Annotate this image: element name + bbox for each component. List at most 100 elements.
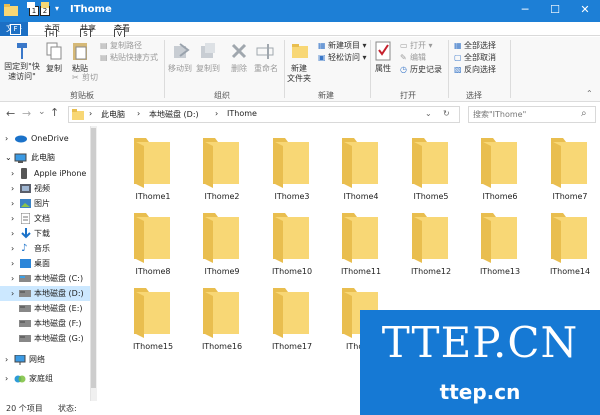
nav-item-onedrive[interactable]: › OneDrive [0,131,92,146]
properties-button[interactable]: 属性 [372,64,394,74]
folder-item[interactable]: IThome1 [118,132,188,202]
address-history-dropdown[interactable]: ⌄ [425,109,432,118]
delete-button[interactable]: 删除 [228,64,250,74]
folder-item[interactable]: IThome13 [465,207,535,277]
breadcrumb-ithome[interactable]: IThome [227,109,257,118]
breadcrumb-drive-d[interactable]: 本地磁盘 (D:) [149,109,199,120]
expand-chevron-icon[interactable]: › [5,131,8,146]
expand-chevron-icon[interactable]: › [11,256,14,271]
search-input[interactable]: 搜索"IThome" ⌕ [468,106,596,123]
new-folder-button[interactable]: 新建 文件夹 [284,64,314,84]
nav-item-documents[interactable]: › 文档 [0,211,92,226]
paste-shortcut-button[interactable]: 粘贴快捷方式 [110,52,158,64]
nav-item-apple-iphone[interactable]: › Apple iPhone [0,166,92,181]
expand-chevron-icon[interactable]: › [5,352,8,367]
nav-item-drive-c[interactable]: › 本地磁盘 (C:) [0,271,92,286]
address-bar[interactable]: › 此电脑 › 本地磁盘 (D:) › IThome ⌄ ↻ [68,106,460,123]
expand-chevron-icon[interactable]: › [11,226,14,241]
expand-chevron-icon[interactable]: › [11,181,14,196]
quick-access-dropdown-icon[interactable]: ▾ [55,4,59,13]
copy-to-button[interactable]: 复制到 [194,64,222,74]
folder-name: IThome14 [549,267,591,276]
expand-chevron-icon[interactable]: › [11,241,14,256]
drive-icon [19,275,31,282]
nav-item-music[interactable]: › ♪ 音乐 [0,241,92,256]
folder-item[interactable]: IThome3 [257,132,327,202]
expand-chevron-icon[interactable]: › [11,286,14,301]
nav-item-this-pc[interactable]: ⌄ 此电脑 [0,150,92,165]
expand-chevron-icon[interactable]: › [5,371,8,386]
history-icon: ◷ [400,65,407,74]
pin-quick-access-button[interactable]: 固定到"快 速访问" [4,62,40,82]
expand-chevron-icon[interactable]: › [11,166,14,181]
easy-access-icon: ▣ [318,53,326,62]
nav-item-drive-d[interactable]: › 本地磁盘 (D:) [0,286,92,301]
select-none-button[interactable]: 全部取消 [464,52,496,64]
move-to-button[interactable]: 移动到 [166,64,194,74]
recent-locations-button[interactable]: ⌄ [38,107,46,117]
folder-item[interactable]: IThome8 [118,207,188,277]
nav-item-network[interactable]: › 网络 [0,352,92,367]
invert-selection-button[interactable]: 反向选择 [464,64,496,76]
expand-chevron-icon[interactable]: › [11,196,14,211]
nav-item-drive-f[interactable]: 本地磁盘 (F:) [0,316,92,331]
up-button[interactable]: ↑ [50,106,59,119]
copy-path-button[interactable]: 复制路径 [110,40,142,52]
folder-item[interactable]: IThome12 [396,207,466,277]
edit-button[interactable]: 编辑 [410,52,426,64]
copy-button[interactable]: 复制 [44,64,64,74]
folder-item[interactable]: IThome15 [118,282,188,352]
folder-item[interactable]: IThome17 [257,282,327,352]
folder-item[interactable]: IThome4 [326,132,396,202]
nav-item-label: OneDrive [31,134,69,143]
minimize-button[interactable]: ─ [510,0,540,20]
nav-item-label: 本地磁盘 (G:) [34,334,84,343]
cut-button[interactable]: 剪切 [82,72,98,84]
folder-item[interactable]: IThome16 [187,282,257,352]
navigation-pane: › OneDrive ⌄ 此电脑 › Apple iPhone › 视频 › 图… [0,126,92,401]
folder-name: IThome17 [271,342,313,351]
network-icon [14,355,26,365]
forward-button[interactable]: → [22,107,31,120]
back-button[interactable]: ← [6,107,15,120]
folder-item[interactable]: IThome9 [187,207,257,277]
properties-quick-icon[interactable] [26,1,36,9]
nav-item-videos[interactable]: › 视频 [0,181,92,196]
nav-item-downloads[interactable]: › 下载 [0,226,92,241]
collapse-ribbon-icon[interactable]: ⌃ [586,89,593,98]
open-button[interactable]: 打开 ▾ [410,40,433,52]
folder-item[interactable]: IThome5 [396,132,466,202]
breadcrumb-separator[interactable]: › [89,109,92,118]
group-label-open: 打开 [400,91,416,100]
nav-item-pictures[interactable]: › 图片 [0,196,92,211]
rename-button[interactable]: 重命名 [252,64,280,74]
folder-item[interactable]: IThome10 [257,207,327,277]
folder-item[interactable]: IThome11 [326,207,396,277]
folder-item[interactable]: IThome7 [535,132,600,202]
maximize-button[interactable]: ☐ [540,0,570,20]
close-button[interactable]: ✕ [570,0,600,20]
expand-chevron-icon[interactable]: › [11,271,14,286]
folder-item[interactable]: IThome14 [535,207,600,277]
breadcrumb-separator[interactable]: › [137,109,140,118]
new-folder-quick-icon[interactable] [40,1,50,9]
cut-icon: ✂ [72,73,79,82]
new-item-button[interactable]: 新建项目 ▾ [328,40,367,52]
folder-icon [203,213,239,263]
drive-icon [19,290,31,297]
expand-chevron-icon[interactable]: ⌄ [5,150,12,165]
breadcrumb-this-pc[interactable]: 此电脑 [101,109,125,120]
refresh-button[interactable]: ↻ [443,109,450,118]
select-all-button[interactable]: 全部选择 [464,40,496,52]
folder-item[interactable]: IThome6 [465,132,535,202]
nav-item-drive-e[interactable]: 本地磁盘 (E:) [0,301,92,316]
easy-access-button[interactable]: 轻松访问 ▾ [328,52,367,64]
expand-chevron-icon[interactable]: › [11,211,14,226]
nav-item-drive-g[interactable]: 本地磁盘 (G:) [0,331,92,346]
folder-item[interactable]: IThome2 [187,132,257,202]
navigation-scrollbar-thumb[interactable] [91,128,96,388]
nav-item-desktop[interactable]: › 桌面 [0,256,92,271]
history-button[interactable]: 历史记录 [410,64,442,76]
nav-item-homegroup[interactable]: › 家庭组 [0,371,92,386]
breadcrumb-separator[interactable]: › [215,109,218,118]
